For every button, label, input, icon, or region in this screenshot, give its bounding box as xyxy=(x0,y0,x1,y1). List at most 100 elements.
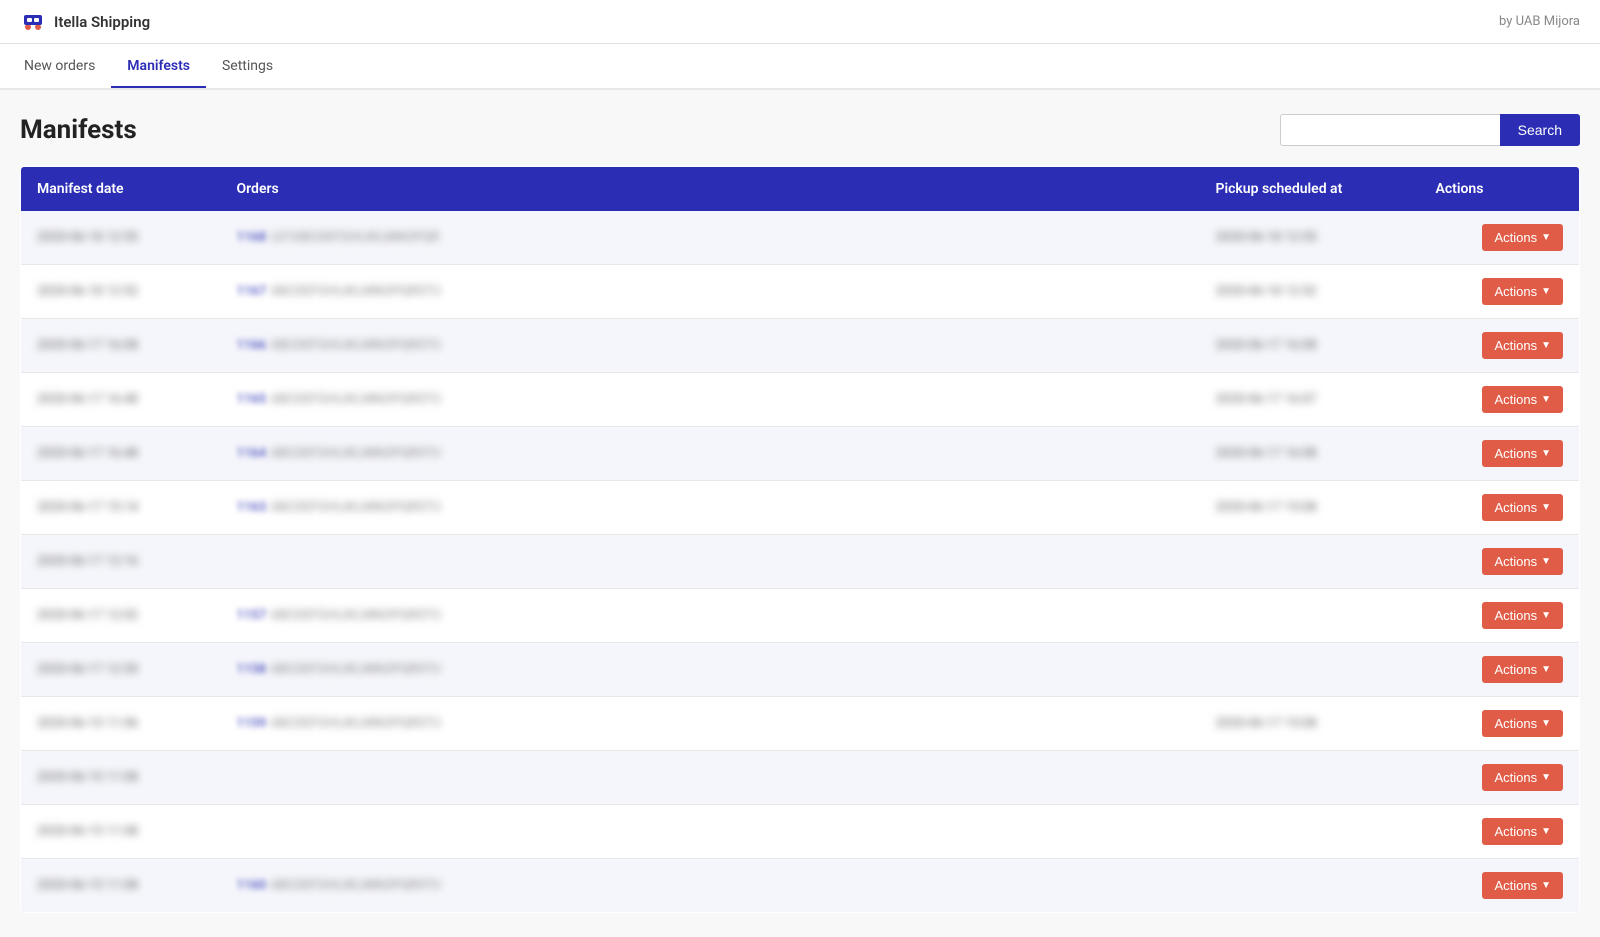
actions-cell: Actions ▼ xyxy=(1420,643,1580,697)
caret-icon: ▼ xyxy=(1541,556,1551,567)
order-count-link[interactable]: 1163 xyxy=(237,500,267,515)
actions-button[interactable]: Actions ▼ xyxy=(1482,656,1563,683)
manifest-date: 2020-06-17 12:30 xyxy=(37,662,138,677)
pickup-scheduled-cell xyxy=(1200,643,1420,697)
order-count-link[interactable]: 1166 xyxy=(237,338,267,353)
actions-button[interactable]: Actions ▼ xyxy=(1482,710,1563,737)
caret-icon: ▼ xyxy=(1541,232,1551,243)
order-count-link[interactable]: 1168 xyxy=(237,230,267,245)
actions-cell: Actions ▼ xyxy=(1420,805,1580,859)
table-header: Manifest date Orders Pickup scheduled at… xyxy=(21,167,1580,212)
pickup-scheduled-cell xyxy=(1200,535,1420,589)
actions-button[interactable]: Actions ▼ xyxy=(1482,278,1563,305)
actions-button[interactable]: Actions ▼ xyxy=(1482,224,1563,251)
order-description: ABCDEFGHIJKLMNOPQRSTU xyxy=(270,392,441,407)
actions-button[interactable]: Actions ▼ xyxy=(1482,872,1563,899)
nav-settings[interactable]: Settings xyxy=(206,46,289,88)
order-count-link[interactable]: 1158 xyxy=(237,662,267,677)
manifest-date: 2020-06-15 11:06 xyxy=(37,716,138,731)
manifest-date: 2020-06-18 12:55 xyxy=(37,230,138,245)
order-description: ABCDEFGHIJKLMNOPQRSTU xyxy=(270,716,441,731)
order-description: ABCDEFGHIJKLMNOPQRSTU xyxy=(270,500,441,515)
table-row: 2020-06-17 12:30 1158ABCDEFGHIJKLMNOPQRST… xyxy=(21,643,1580,697)
actions-cell: Actions ▼ xyxy=(1420,265,1580,319)
manifest-date: 2020-06-17 16:08 xyxy=(37,338,138,353)
table-row: 2020-06-15 11:06 1159ABCDEFGHIJKLMNOPQRST… xyxy=(21,697,1580,751)
page-header: Manifests Search xyxy=(20,114,1580,146)
table-body: 2020-06-18 12:55 1168LKTABCDEFGHIJKLMNOPQ… xyxy=(21,211,1580,913)
actions-button[interactable]: Actions ▼ xyxy=(1482,386,1563,413)
manifest-date-cell: 2020-06-17 16:08 xyxy=(21,319,221,373)
table-row: 2020-06-15 11:08 Actions ▼ xyxy=(21,751,1580,805)
pickup-scheduled-cell: 2020-06-17 16:07 xyxy=(1200,373,1420,427)
pickup-date: 2020-06-17 16:08 xyxy=(1216,338,1317,353)
order-count-link[interactable]: 1165 xyxy=(237,392,267,407)
order-count-link[interactable]: 1167 xyxy=(237,284,267,299)
manifest-date-cell: 2020-06-15 11:08 xyxy=(21,751,221,805)
manifest-orders-cell: 1157ABCDEFGHIJKLMNOPQRSTU xyxy=(221,589,1200,643)
pickup-date: 2020-06-17 16:07 xyxy=(1216,392,1317,407)
actions-cell: Actions ▼ xyxy=(1420,751,1580,805)
table-row: 2020-06-17 12:16 Actions ▼ xyxy=(21,535,1580,589)
actions-cell: Actions ▼ xyxy=(1420,373,1580,427)
manifest-orders-cell xyxy=(221,535,1200,589)
col-header-actions: Actions xyxy=(1420,167,1580,212)
pickup-scheduled-cell: 2020-06-17 16:08 xyxy=(1200,319,1420,373)
actions-button[interactable]: Actions ▼ xyxy=(1482,440,1563,467)
manifest-orders-cell: 1164ABCDEFGHIJKLMNOPQRSTU xyxy=(221,427,1200,481)
manifest-date-cell: 2020-06-18 12:52 xyxy=(21,265,221,319)
actions-button[interactable]: Actions ▼ xyxy=(1482,602,1563,629)
manifest-orders-cell: 1165ABCDEFGHIJKLMNOPQRSTU xyxy=(221,373,1200,427)
table-row: 2020-06-17 15:14 1163ABCDEFGHIJKLMNOPQRST… xyxy=(21,481,1580,535)
manifest-date-cell: 2020-06-15 11:06 xyxy=(21,697,221,751)
table-row: 2020-06-17 16:481165ABCDEFGHIJKLMNOPQRST… xyxy=(21,373,1580,427)
actions-button[interactable]: Actions ▼ xyxy=(1482,494,1563,521)
actions-cell: Actions ▼ xyxy=(1420,211,1580,265)
manifest-date: 2020-06-15 11:08 xyxy=(37,878,138,893)
pickup-date: 2020-06-17 15:08 xyxy=(1216,716,1317,731)
caret-icon: ▼ xyxy=(1541,718,1551,729)
order-description: ABCDEFGHIJKLMNOPQRSTU xyxy=(270,878,441,893)
order-count-link[interactable]: 1157 xyxy=(237,608,267,623)
manifest-orders-cell: 1159ABCDEFGHIJKLMNOPQRSTU xyxy=(221,697,1200,751)
col-header-pickup: Pickup scheduled at xyxy=(1200,167,1420,212)
col-header-orders: Orders xyxy=(221,167,1200,212)
caret-icon: ▼ xyxy=(1541,610,1551,621)
manifest-date: 2020-06-17 12:16 xyxy=(37,554,138,569)
caret-icon: ▼ xyxy=(1541,448,1551,459)
actions-cell: Actions ▼ xyxy=(1420,319,1580,373)
order-description: ABCDEFGHIJKLMNOPQRSTU xyxy=(270,662,441,677)
caret-icon: ▼ xyxy=(1541,826,1551,837)
actions-button[interactable]: Actions ▼ xyxy=(1482,332,1563,359)
manifest-date-cell: 2020-06-15 11:08 xyxy=(21,805,221,859)
order-count-link[interactable]: 1159 xyxy=(237,716,267,731)
pickup-scheduled-cell xyxy=(1200,805,1420,859)
manifest-date-cell: 2020-06-17 15:14 xyxy=(21,481,221,535)
table-row: 2020-06-15 11:08 Actions ▼ xyxy=(21,805,1580,859)
actions-button[interactable]: Actions ▼ xyxy=(1482,548,1563,575)
actions-cell: Actions ▼ xyxy=(1420,859,1580,913)
manifest-date-cell: 2020-06-17 16:48 xyxy=(21,373,221,427)
order-count-link[interactable]: 1164 xyxy=(237,446,267,461)
table-row: 2020-06-15 11:08 1160ABCDEFGHIJKLMNOPQRST… xyxy=(21,859,1580,913)
search-input[interactable] xyxy=(1280,114,1500,146)
manifest-orders-cell: 1168LKTABCDEFGHIJKLMNOPQR xyxy=(221,211,1200,265)
manifest-date: 2020-06-17 16:48 xyxy=(37,446,138,461)
pickup-date: 2020-06-18 12:55 xyxy=(1216,230,1317,245)
pickup-scheduled-cell: 2020-06-18 12:55 xyxy=(1200,211,1420,265)
order-description: ABCDEFGHIJKLMNOPQRSTU xyxy=(270,284,441,299)
order-count-link[interactable]: 1160 xyxy=(237,878,267,893)
pickup-scheduled-cell xyxy=(1200,589,1420,643)
nav-new-orders[interactable]: New orders xyxy=(20,46,111,88)
actions-button[interactable]: Actions ▼ xyxy=(1482,764,1563,791)
nav-manifests[interactable]: Manifests xyxy=(111,46,206,88)
page-title: Manifests xyxy=(20,115,137,145)
order-description: ABCDEFGHIJKLMNOPQRSTU xyxy=(270,338,441,353)
top-bar: Itella Shipping by UAB Mijora xyxy=(0,0,1600,44)
manifest-date-cell: 2020-06-17 12:30 xyxy=(21,643,221,697)
manifest-date: 2020-06-15 11:08 xyxy=(37,770,138,785)
manifest-orders-cell: 1167ABCDEFGHIJKLMNOPQRSTU xyxy=(221,265,1200,319)
search-button[interactable]: Search xyxy=(1500,114,1580,146)
actions-button[interactable]: Actions ▼ xyxy=(1482,818,1563,845)
manifest-date-cell: 2020-06-17 12:02 xyxy=(21,589,221,643)
